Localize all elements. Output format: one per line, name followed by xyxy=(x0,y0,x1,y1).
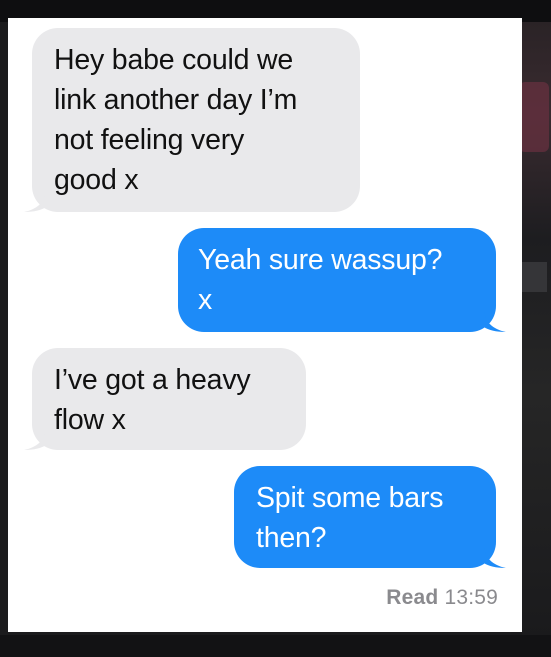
message-thread-screenshot: Hey babe could we link another day I’m n… xyxy=(8,18,522,632)
message-text: Hey babe could we link another day I’m n… xyxy=(54,44,298,196)
message-bubble-incoming[interactable]: I’ve got a heavy flow x xyxy=(24,348,306,450)
read-receipt: Read 13:59 xyxy=(386,586,498,610)
message-bubble-incoming[interactable]: Hey babe could we link another day I’m n… xyxy=(24,28,360,212)
read-label: Read xyxy=(386,586,439,609)
message-bubble-outgoing[interactable]: Spit some bars then? xyxy=(234,466,506,568)
read-time: 13:59 xyxy=(444,586,498,609)
background-blur xyxy=(519,82,549,152)
bubble-tail xyxy=(24,430,46,450)
message-text: I’ve got a heavy flow x xyxy=(54,364,251,436)
bubble-tail xyxy=(24,192,46,212)
message-bubble-outgoing[interactable]: Yeah sure wassup? x xyxy=(178,228,506,332)
background-blur xyxy=(521,262,547,292)
video-frame-bottom xyxy=(0,635,551,657)
message-text: Yeah sure wassup? x xyxy=(198,244,443,316)
message-text: Spit some bars then? xyxy=(256,482,444,554)
